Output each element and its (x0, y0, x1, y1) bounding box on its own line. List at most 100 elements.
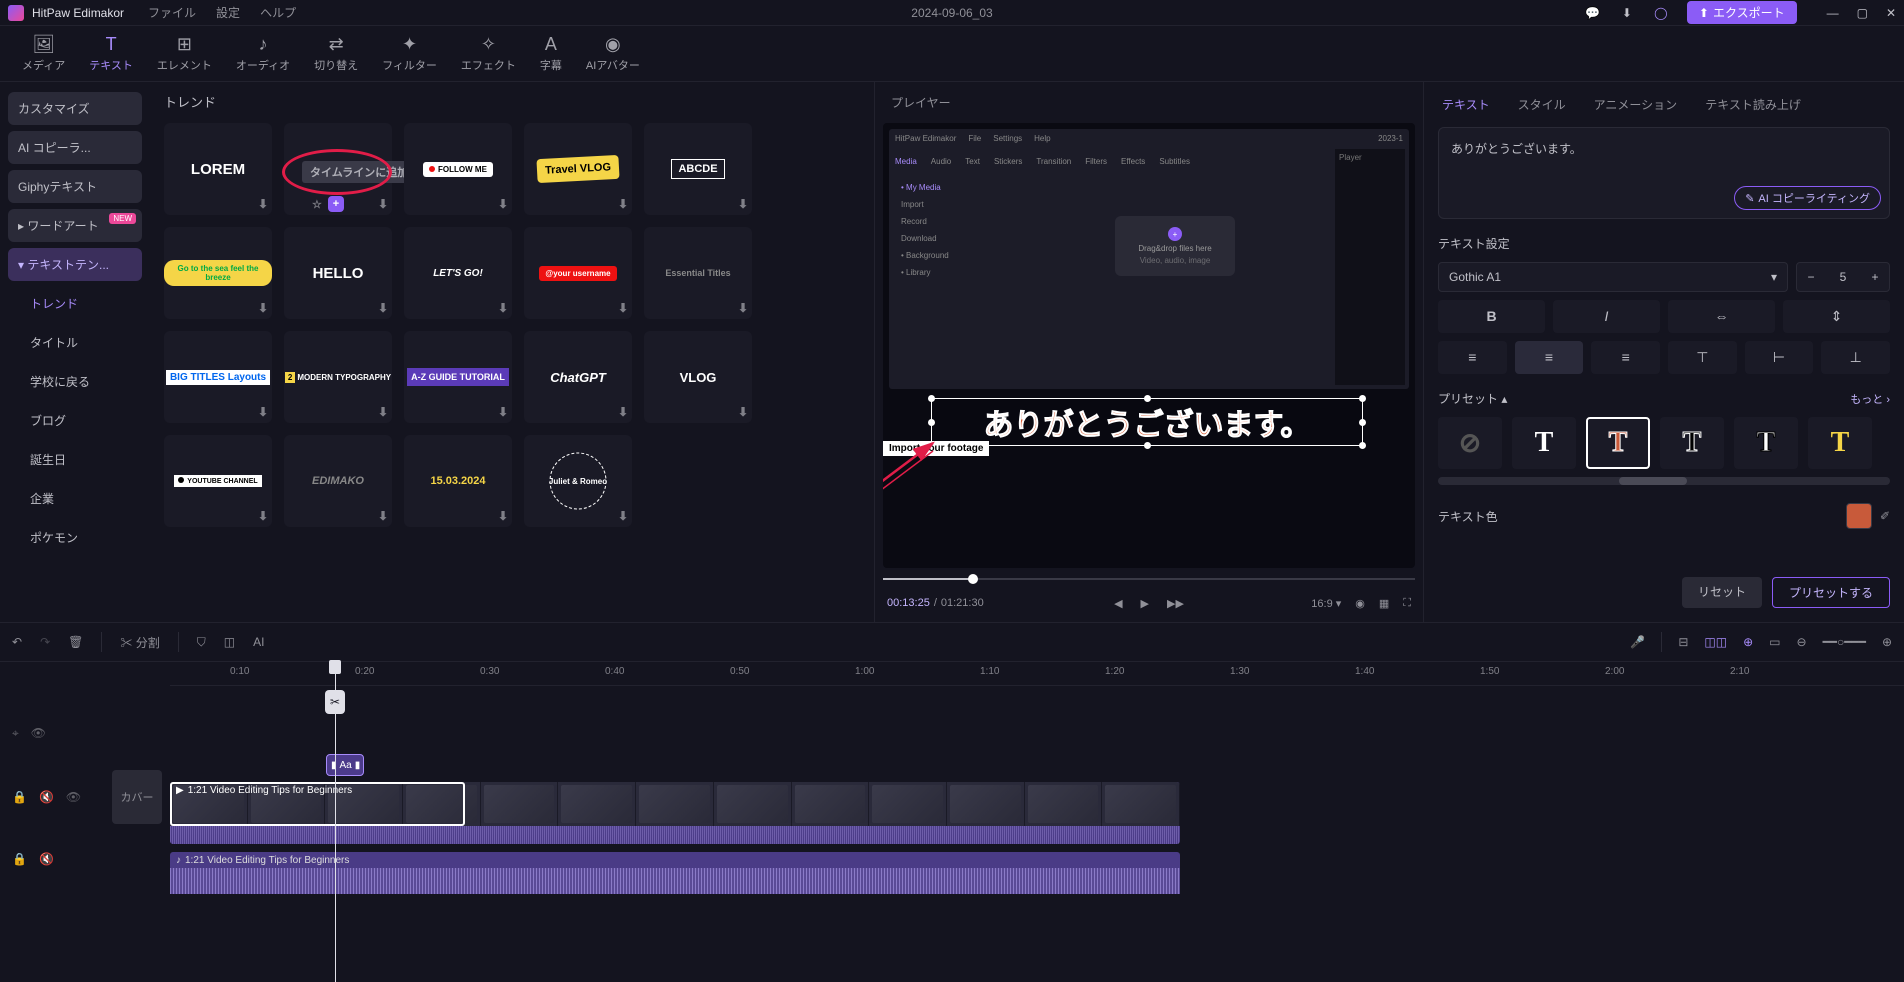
download-icon[interactable]: ⬇ (378, 405, 388, 419)
template-item[interactable]: @your username⬇ (524, 227, 632, 319)
download-icon[interactable]: ⬇ (498, 509, 508, 523)
lock-icon[interactable]: 🔒 (12, 790, 27, 804)
sidebar-item[interactable]: AI コピーラ... (8, 131, 142, 164)
audio-clip[interactable]: ♪1:21 Video Editing Tips for Beginners (170, 852, 1180, 894)
preset-item[interactable]: T (1512, 417, 1576, 469)
align-center-button[interactable]: ≡ (1515, 341, 1584, 374)
magnet-icon[interactable]: ⌖ (12, 726, 19, 741)
sidebar-item[interactable]: ブログ (8, 404, 142, 437)
text-color-swatch[interactable] (1846, 503, 1872, 529)
size-value[interactable]: 5 (1825, 270, 1861, 284)
export-button[interactable]: ⬆ エクスポート (1687, 1, 1797, 24)
template-item[interactable]: LET'S GO!⬇ (404, 227, 512, 319)
resize-handle[interactable] (1359, 395, 1366, 402)
align-right-button[interactable]: ≡ (1591, 341, 1660, 374)
template-item[interactable]: ChatGPT⬇ (524, 331, 632, 423)
eye-icon[interactable]: 👁 (66, 790, 81, 804)
preset-item[interactable]: T (1808, 417, 1872, 469)
play-icon[interactable]: ▶ (1141, 597, 1149, 610)
cover-button[interactable]: カバー (112, 770, 162, 824)
grid-icon[interactable]: ▦ (1379, 597, 1389, 610)
resize-handle[interactable] (1144, 442, 1151, 449)
size-decrease[interactable]: − (1797, 263, 1825, 291)
download-icon[interactable]: ⬇ (618, 301, 628, 315)
line-height-button[interactable]: ⇕ (1783, 300, 1890, 333)
tab-style[interactable]: スタイル (1518, 96, 1566, 113)
download-icon[interactable]: ⬇ (618, 509, 628, 523)
player-scrubber[interactable] (883, 574, 1415, 584)
tab-subtitle[interactable]: A字幕 (530, 29, 572, 79)
download-icon[interactable]: ⬇ (378, 301, 388, 315)
account-icon[interactable]: ◯ (1653, 5, 1669, 21)
tab-text[interactable]: テキスト (1442, 96, 1490, 113)
zoom-slider[interactable]: ━━○━━━ (1823, 635, 1866, 649)
tab-animation[interactable]: アニメーション (1594, 96, 1678, 113)
download-icon[interactable]: ⬇ (258, 509, 268, 523)
download-icon[interactable]: ⬇ (618, 197, 628, 211)
fullscreen-icon[interactable]: ⛶ (1403, 597, 1411, 610)
delete-icon[interactable]: 🗑 (68, 635, 83, 649)
tool-icon[interactable]: ◫◫ (1704, 635, 1727, 649)
template-item[interactable]: EDIMAKO⬇ (284, 435, 392, 527)
ai-copywriting-button[interactable]: ✎ AI コピーライティング (1734, 186, 1881, 210)
timeline[interactable]: 0:100:200:300:400:501:001:101:201:301:40… (0, 662, 1904, 982)
preset-item[interactable]: T (1660, 417, 1724, 469)
preset-item[interactable]: T (1734, 417, 1798, 469)
download-icon[interactable]: ⬇ (258, 301, 268, 315)
sidebar-item[interactable]: 学校に戻る (8, 365, 142, 398)
zoom-out-icon[interactable]: ⊖ (1797, 635, 1807, 649)
template-item[interactable]: FOLLOW ME⬇ (404, 123, 512, 215)
apply-preset-button[interactable]: プリセットする (1772, 577, 1890, 608)
add-to-timeline-button[interactable]: + (328, 196, 344, 212)
menu-settings[interactable]: 設定 (216, 4, 240, 21)
template-item[interactable]: Juliet & Romeo⬇ (524, 435, 632, 527)
download-icon[interactable]: ⬇ (498, 197, 508, 211)
tool-icon[interactable]: ⊟ (1678, 635, 1688, 649)
resize-handle[interactable] (928, 419, 935, 426)
crop-icon[interactable]: ◫ (224, 635, 235, 649)
aspect-ratio[interactable]: 16:9 ▾ (1311, 597, 1341, 610)
ai-icon[interactable]: AI (253, 635, 264, 649)
download-icon[interactable]: ⬇ (618, 405, 628, 419)
next-frame-icon[interactable]: ▶▶ (1167, 597, 1184, 610)
download-icon[interactable]: ⬇ (498, 301, 508, 315)
player-canvas[interactable]: HitPaw Edimakor File Settings Help 2023-… (883, 123, 1415, 568)
prev-frame-icon[interactable]: ◀ (1114, 597, 1122, 610)
text-overlay[interactable]: ありがとうございます。 (931, 398, 1363, 446)
resize-handle[interactable] (1144, 395, 1151, 402)
template-item[interactable]: VLOG⬇ (644, 331, 752, 423)
tab-filter[interactable]: ✦フィルター (372, 29, 447, 79)
sidebar-item[interactable]: Giphyテキスト (8, 170, 142, 203)
sidebar-item[interactable]: 誕生日 (8, 443, 142, 476)
split-button[interactable]: ✂ 分割 (120, 634, 159, 651)
sidebar-item[interactable]: 企業 (8, 482, 142, 515)
download-icon[interactable]: ⬇ (738, 405, 748, 419)
template-item[interactable]: BIG TITLES Layouts⬇ (164, 331, 272, 423)
template-item[interactable]: 2MODERN TYPOGRAPHY⬇ (284, 331, 392, 423)
cut-icon[interactable]: ✂ (325, 690, 345, 714)
valign-middle-button[interactable]: ⊢ (1745, 341, 1814, 374)
resize-handle[interactable] (1359, 442, 1366, 449)
tab-avatar[interactable]: ◉AIアバター (576, 29, 650, 79)
mic-icon[interactable]: 🎤 (1630, 635, 1645, 649)
shield-icon[interactable]: ⛉ (197, 635, 206, 650)
preset-item[interactable]: T (1586, 417, 1650, 469)
sidebar-item[interactable]: トレンド (8, 287, 142, 320)
bold-button[interactable]: B (1438, 300, 1545, 333)
download-icon[interactable]: ⬇ (1619, 5, 1635, 21)
preset-scrollbar[interactable] (1438, 477, 1890, 485)
template-item[interactable]: Travel VLOG⬇ (524, 123, 632, 215)
snapshot-icon[interactable]: ◉ (1355, 597, 1365, 610)
template-item[interactable]: A-Z GUIDE TUTORIAL⬇ (404, 331, 512, 423)
mute-icon[interactable]: 🔇 (39, 852, 54, 866)
template-item[interactable]: Essential Titles⬇ (644, 227, 752, 319)
eye-icon[interactable]: 👁 (31, 726, 46, 740)
tab-audio[interactable]: ♪オーディオ (226, 29, 300, 79)
template-item[interactable]: YOUTUBE CHANNEL⬇ (164, 435, 272, 527)
italic-button[interactable]: I (1553, 300, 1660, 333)
tab-tts[interactable]: テキスト読み上げ (1705, 96, 1801, 113)
menu-help[interactable]: ヘルプ (260, 4, 296, 21)
preset-none[interactable]: ⊘ (1438, 417, 1502, 469)
preset-more[interactable]: もっと › (1850, 391, 1890, 407)
tab-media[interactable]: 🖼メディア (12, 29, 75, 79)
